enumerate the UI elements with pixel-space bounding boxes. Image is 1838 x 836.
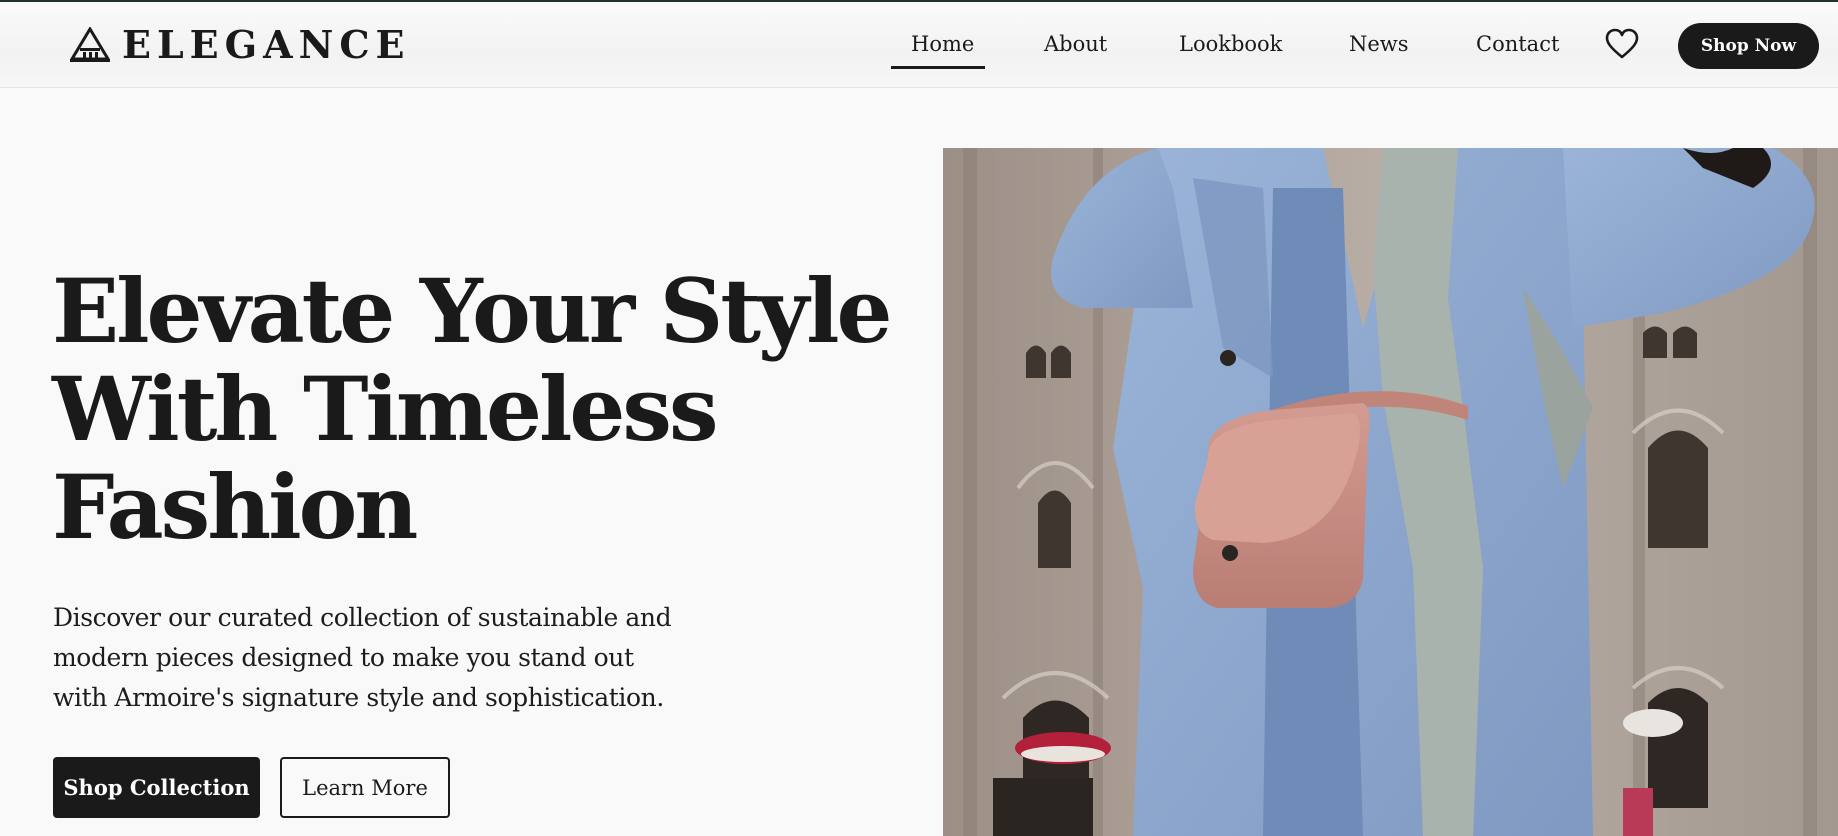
hero-title: Elevate Your Style With Timeless Fashion	[52, 259, 893, 559]
hero-fashion-photo	[943, 148, 1838, 836]
brand-name: ELEGANCE	[122, 22, 411, 67]
learn-more-button[interactable]: Learn More	[280, 757, 450, 818]
nav-contact[interactable]: Contact	[1476, 32, 1559, 56]
hero-description: Discover our curated collection of susta…	[53, 603, 672, 712]
shop-collection-button[interactable]: Shop Collection	[53, 757, 260, 818]
hero-title-line-3: Fashion	[52, 455, 418, 559]
site-header: ELEGANCE Home About Lookbook News Contac…	[0, 2, 1838, 88]
triangle-temple-icon	[70, 27, 110, 62]
nav-home[interactable]: Home	[911, 32, 974, 56]
heart-icon[interactable]	[1605, 28, 1639, 60]
nav-active-underline	[891, 66, 985, 69]
brand-logo[interactable]: ELEGANCE	[70, 24, 411, 66]
hero-title-line-1: Elevate Your Style	[52, 259, 893, 363]
nav-lookbook[interactable]: Lookbook	[1179, 32, 1282, 56]
nav-news[interactable]: News	[1349, 32, 1409, 56]
nav-about[interactable]: About	[1044, 32, 1107, 56]
hero-title-line-2: With Timeless	[52, 357, 719, 461]
shop-now-button[interactable]: Shop Now	[1678, 23, 1819, 69]
